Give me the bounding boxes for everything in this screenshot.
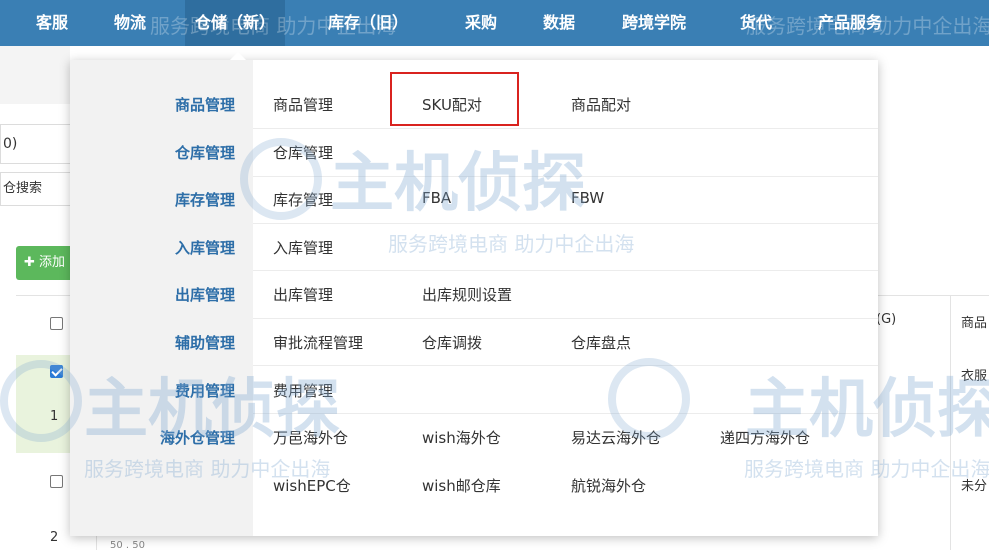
- warehouse-dropdown-menu: 商品管理 商品管理 SKU配对 商品配对 仓库管理 仓库管理 库存管理 库存管理…: [70, 52, 878, 536]
- column-header-product: 商品: [961, 316, 988, 331]
- menu-item-fbw[interactable]: FBW: [571, 189, 604, 207]
- highlight-box: [390, 72, 519, 126]
- nav-item-purchase[interactable]: 采购: [465, 0, 497, 46]
- category-overseas-warehouse-management: 海外仓管理: [159, 429, 235, 447]
- add-button[interactable]: ✚ 添加: [16, 246, 70, 280]
- plus-icon: ✚: [24, 255, 35, 270]
- dropdown-pointer: [230, 52, 246, 60]
- row-divider: [253, 128, 878, 129]
- menu-item-outbound-management[interactable]: 出库管理: [273, 284, 333, 305]
- nav-item-product-service[interactable]: 产品服务: [818, 0, 882, 46]
- menu-item-fba[interactable]: FBA: [422, 189, 451, 207]
- menu-item-wish-overseas-warehouse[interactable]: wish海外仓: [422, 427, 501, 448]
- nav-item-freight[interactable]: 货代: [740, 0, 772, 46]
- row-number: 1: [50, 409, 59, 424]
- menu-item-warehouse-transfer[interactable]: 仓库调拨: [422, 332, 482, 353]
- category-inventory-management: 库存管理: [174, 191, 235, 209]
- menu-item-inventory-management[interactable]: 库存管理: [273, 189, 333, 210]
- row-divider: [253, 223, 878, 224]
- category-auxiliary-management: 辅助管理: [174, 334, 235, 352]
- nav-item-inventory-old[interactable]: 库存（旧）: [328, 0, 408, 46]
- row-divider: [253, 176, 878, 177]
- menu-item-wish-post-warehouse[interactable]: wish邮仓库: [422, 475, 501, 496]
- table-column-divider: [950, 295, 951, 550]
- menu-item-warehouse-management[interactable]: 仓库管理: [273, 142, 333, 163]
- menu-item-inbound-management[interactable]: 入库管理: [273, 237, 333, 258]
- category-warehouse-management: 仓库管理: [174, 144, 235, 162]
- menu-item-hangrui-overseas-warehouse[interactable]: 航锐海外仓: [571, 475, 646, 496]
- cell-fragment: 50 . 50: [110, 540, 145, 550]
- menu-item-fee-management[interactable]: 费用管理: [273, 380, 333, 401]
- nav-item-warehouse-new[interactable]: 仓储（新）: [185, 0, 286, 46]
- count-tab[interactable]: 0): [0, 124, 71, 164]
- nav-item-data[interactable]: 数据: [543, 0, 575, 46]
- add-button-label: 添加: [39, 255, 66, 270]
- category-product-management: 商品管理: [174, 96, 235, 114]
- search-input-placeholder: 仓搜索: [3, 181, 43, 196]
- nav-item-customer-service[interactable]: 客服: [36, 0, 68, 46]
- page-toolbar-strip: [0, 46, 70, 104]
- category-fee-management: 费用管理: [174, 382, 235, 400]
- column-header-weight: (G): [876, 312, 897, 327]
- count-tab-label: 0): [3, 136, 18, 152]
- row-divider: [253, 413, 878, 414]
- nav-item-logistics[interactable]: 物流: [114, 0, 146, 46]
- cell-product-type: 未分: [961, 479, 988, 494]
- nav-item-cross-border-academy[interactable]: 跨境学院: [622, 0, 686, 46]
- row-checkbox[interactable]: [50, 365, 63, 378]
- menu-item-outbound-rule-settings[interactable]: 出库规则设置: [422, 284, 512, 305]
- select-all-checkbox[interactable]: [50, 317, 63, 330]
- row-divider: [253, 318, 878, 319]
- menu-item-wish-epc-warehouse[interactable]: wishEPC仓: [273, 475, 351, 496]
- menu-item-warehouse-stocktake[interactable]: 仓库盘点: [571, 332, 631, 353]
- menu-item-product-pairing[interactable]: 商品配对: [571, 94, 631, 115]
- cell-product-type: 衣服: [961, 369, 988, 384]
- menu-item-approval-flow-management[interactable]: 审批流程管理: [273, 332, 363, 353]
- menu-item-wanyi-overseas-warehouse[interactable]: 万邑海外仓: [273, 427, 348, 448]
- row-divider: [253, 270, 878, 271]
- row-divider: [253, 365, 878, 366]
- row-number: 2: [50, 530, 59, 545]
- top-nav-bar: 客服 物流 仓储（新） 库存（旧） 采购 数据 跨境学院 货代 产品服务: [0, 0, 989, 46]
- menu-item-product-management[interactable]: 商品管理: [273, 94, 333, 115]
- search-input[interactable]: 仓搜索: [0, 172, 71, 206]
- menu-item-yidayun-overseas-warehouse[interactable]: 易达云海外仓: [571, 427, 661, 448]
- category-outbound-management: 出库管理: [174, 286, 235, 304]
- menu-item-4px-overseas-warehouse[interactable]: 递四方海外仓: [720, 427, 810, 448]
- category-inbound-management: 入库管理: [174, 239, 235, 257]
- row-checkbox[interactable]: [50, 475, 63, 488]
